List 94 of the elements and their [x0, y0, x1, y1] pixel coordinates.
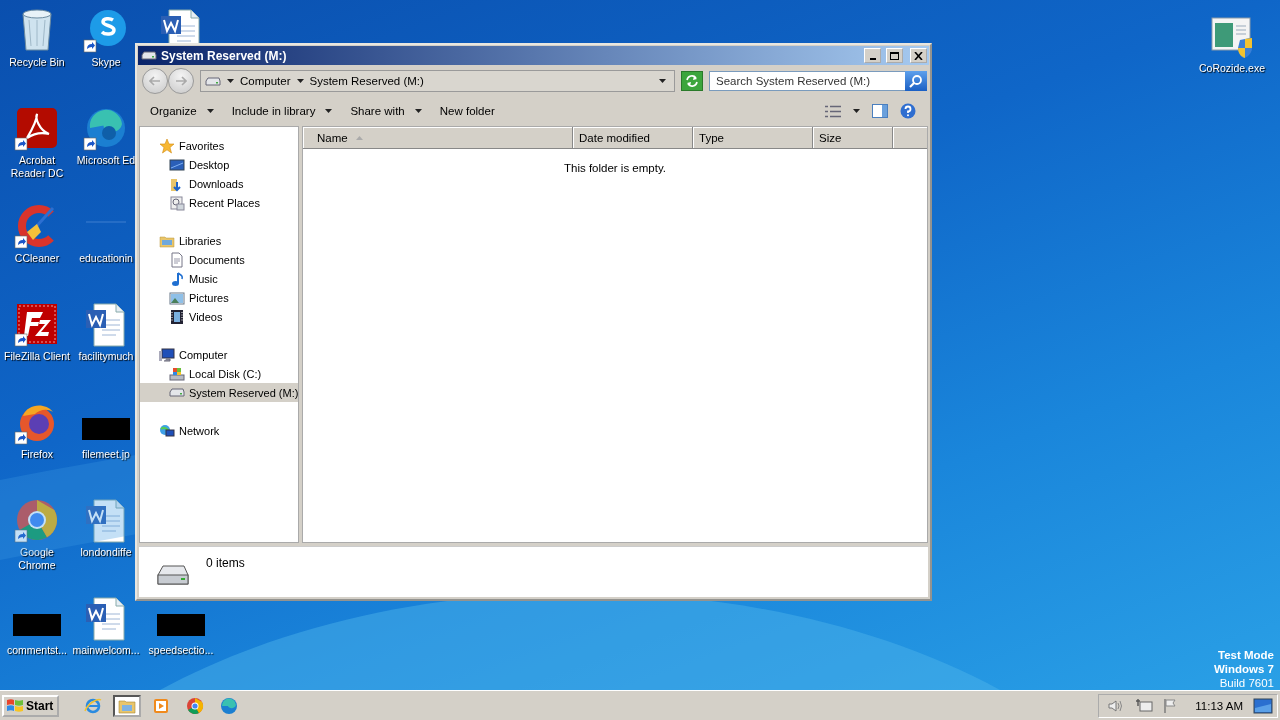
- nav-item[interactable]: Music: [140, 269, 298, 288]
- drive-icon: [205, 76, 221, 86]
- search-button[interactable]: [905, 71, 927, 91]
- taskbar-button[interactable]: [113, 694, 142, 717]
- drive-icon: [156, 563, 190, 587]
- maximize-button[interactable]: [886, 48, 903, 63]
- chevron-icon: [296, 79, 304, 83]
- refresh-button[interactable]: [681, 71, 703, 91]
- nav-item[interactable]: Favorites: [140, 136, 298, 155]
- browser-icon: [220, 696, 239, 715]
- media-player-icon: [152, 696, 171, 715]
- nav-item[interactable]: Videos: [140, 307, 298, 326]
- nav-item[interactable]: Computer: [140, 345, 298, 364]
- column-header[interactable]: Name: [303, 127, 573, 148]
- local-disk-icon: [169, 365, 185, 382]
- windows-logo-icon: [6, 697, 24, 714]
- thumbnail-icon[interactable]: [82, 418, 130, 440]
- help-icon[interactable]: [900, 103, 916, 119]
- forward-arrow-icon: [175, 76, 187, 86]
- thumbnail-icon[interactable]: [157, 614, 205, 636]
- icon-label: CoRozide.exe: [1199, 62, 1265, 75]
- column-header[interactable]: Date modified: [573, 127, 693, 148]
- music-note-icon: [169, 270, 185, 287]
- nav-item[interactable]: Libraries: [140, 231, 298, 250]
- network-icon: [159, 422, 175, 439]
- window-title: System Reserved (M:): [161, 48, 288, 63]
- icon-label: londondiffe: [80, 546, 132, 559]
- icon-label: CCleaner: [14, 252, 60, 265]
- nav-item[interactable]: Downloads: [140, 174, 298, 193]
- drive-icon: [141, 51, 157, 60]
- nav-item[interactable]: System Reserved (M:): [140, 383, 298, 402]
- network-icon[interactable]: [1135, 697, 1154, 714]
- icon-label: Firefox: [20, 448, 54, 461]
- view-list-icon[interactable]: [825, 104, 841, 118]
- icon-label: Acrobat Reader DC: [9, 154, 65, 180]
- close-icon: [914, 51, 923, 60]
- close-button[interactable]: [910, 48, 927, 63]
- drive-icon: [169, 388, 185, 397]
- icon-label: Recycle Bin: [9, 56, 65, 69]
- minimize-button[interactable]: [864, 48, 881, 63]
- circle-browser-icon: [186, 696, 205, 715]
- toolbar-button[interactable]: New folder: [430, 101, 504, 121]
- column-header[interactable]: Size: [813, 127, 893, 148]
- icon-label: educationin: [79, 252, 133, 265]
- star-icon: [159, 137, 175, 154]
- toolbar-button[interactable]: Organize: [141, 101, 223, 121]
- clock: 11:13 AM: [1195, 699, 1243, 712]
- browser-icon: [84, 696, 103, 715]
- breadcrumb[interactable]: System Reserved (M:): [309, 75, 424, 87]
- dropdown-caret-icon: [659, 79, 666, 83]
- toolbar-button[interactable]: Include in library: [222, 101, 342, 121]
- nav-item[interactable]: Network: [140, 421, 298, 440]
- nav-item[interactable]: Local Disk (C:): [140, 364, 298, 383]
- item-count: 0 items: [206, 556, 245, 570]
- dropdown-caret-icon: [853, 109, 860, 113]
- picture-icon: [169, 289, 185, 306]
- empty-folder-message: This folder is empty.: [563, 162, 666, 174]
- refresh-icon: [685, 75, 699, 87]
- icon-label: mainwelcom...: [72, 644, 140, 657]
- minimize-icon: [869, 57, 876, 60]
- icon-label: Skype: [91, 56, 121, 69]
- nav-item[interactable]: Pictures: [140, 288, 298, 307]
- os-notice: Build 7601: [1219, 676, 1274, 690]
- column-header[interactable]: Type: [693, 127, 813, 148]
- flag-icon[interactable]: [1163, 697, 1178, 714]
- icon-label: speedsectio...: [148, 644, 214, 657]
- icon-label: facilitymuch: [78, 350, 134, 363]
- back-arrow-icon: [149, 76, 161, 86]
- maximize-icon: [890, 51, 899, 60]
- os-notice: Test Mode: [1218, 648, 1274, 662]
- thumbnail-icon[interactable]: [13, 614, 61, 636]
- computer-icon: [159, 346, 175, 363]
- icon-label: filemeet.jp: [82, 448, 130, 461]
- os-notice: Windows 7: [1214, 662, 1274, 676]
- show-desktop-icon[interactable]: [1253, 697, 1273, 714]
- address-bar[interactable]: Computer System Reserved (M:): [200, 70, 675, 92]
- nav-item[interactable]: Documents: [140, 250, 298, 269]
- icon-label: FileZilla Client: [4, 350, 70, 363]
- start-button[interactable]: Start: [2, 694, 60, 717]
- nav-item[interactable]: Recent Places: [140, 193, 298, 212]
- preview-pane-icon[interactable]: [872, 104, 888, 118]
- recent-places-icon: [169, 194, 185, 211]
- toolbar-button[interactable]: Share with: [341, 101, 431, 121]
- nav-item[interactable]: Desktop: [140, 155, 298, 174]
- monitor-icon: [169, 156, 185, 173]
- chevron-icon: [227, 79, 234, 83]
- film-icon: [169, 308, 185, 325]
- search-icon: [909, 74, 923, 88]
- search-field[interactable]: Search System Reserved (M:): [709, 71, 927, 91]
- breadcrumb[interactable]: Computer: [240, 75, 291, 87]
- icon-label: commentst...: [6, 644, 68, 657]
- document-icon: [169, 251, 185, 268]
- icon-label: Google Chrome: [17, 546, 57, 572]
- icon-label: Microsoft Ed: [76, 154, 136, 167]
